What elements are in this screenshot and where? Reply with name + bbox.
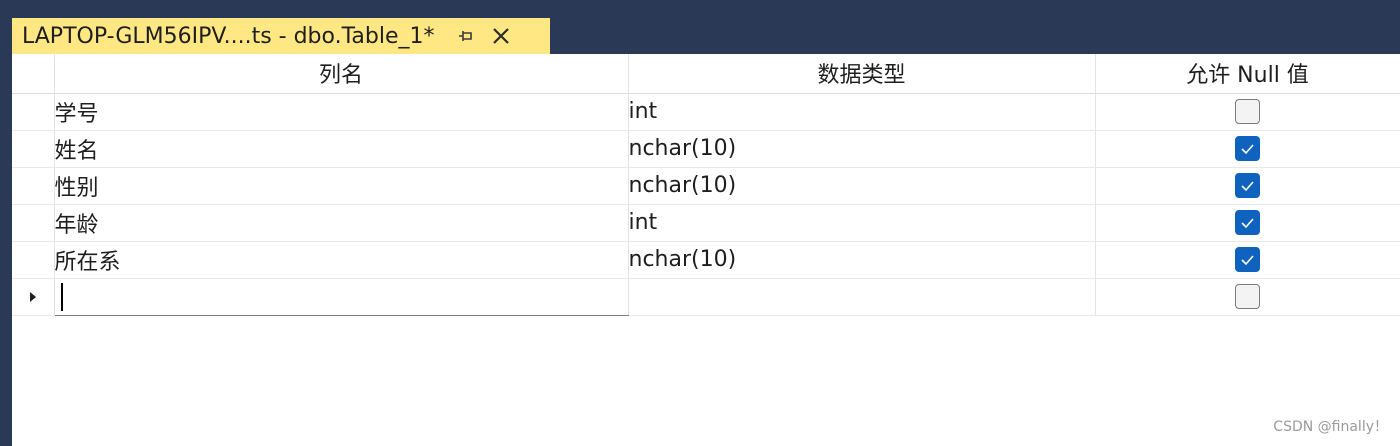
allow-null-cell bbox=[1095, 278, 1400, 316]
left-window-border bbox=[0, 54, 12, 446]
allow-null-checkbox[interactable] bbox=[1235, 99, 1260, 125]
column-name-cell[interactable]: 姓名 bbox=[54, 130, 629, 168]
allow-null-cell bbox=[1095, 130, 1400, 168]
row-selector[interactable] bbox=[12, 93, 55, 131]
checkmark-icon bbox=[1241, 181, 1254, 192]
document-tab[interactable]: LAPTOP-GLM56IPV....ts - dbo.Table_1* bbox=[12, 18, 550, 54]
column-header-datatype[interactable]: 数据类型 bbox=[628, 54, 1096, 94]
row-selector-current[interactable] bbox=[12, 278, 55, 316]
data-type-cell[interactable]: int bbox=[628, 204, 1096, 242]
row-selector[interactable] bbox=[12, 204, 55, 242]
data-type-cell[interactable]: nchar(10) bbox=[628, 167, 1096, 205]
table-row[interactable]: 姓名 nchar(10) bbox=[12, 130, 1400, 168]
allow-null-cell bbox=[1095, 93, 1400, 131]
table-row[interactable]: 学号 int bbox=[12, 93, 1400, 131]
watermark: CSDN @finally！ bbox=[1273, 419, 1388, 435]
data-type-cell[interactable]: int bbox=[628, 93, 1096, 131]
table-row[interactable]: 年龄 int bbox=[12, 204, 1400, 242]
new-data-type-cell[interactable] bbox=[628, 278, 1096, 316]
pin-icon[interactable] bbox=[456, 26, 476, 46]
column-name-cell[interactable]: 学号 bbox=[54, 93, 629, 131]
close-icon[interactable] bbox=[490, 25, 512, 47]
allow-null-cell bbox=[1095, 204, 1400, 242]
column-header-allow-null[interactable]: 允许 Null 值 bbox=[1095, 54, 1400, 94]
table-row[interactable]: 性别 nchar(10) bbox=[12, 167, 1400, 205]
row-selector[interactable] bbox=[12, 167, 55, 205]
current-row-arrow-icon bbox=[29, 291, 36, 302]
checkmark-icon bbox=[1241, 255, 1254, 266]
allow-null-checkbox[interactable] bbox=[1235, 284, 1260, 310]
table-row[interactable]: 所在系 nchar(10) bbox=[12, 241, 1400, 279]
header-row-selector bbox=[12, 54, 55, 94]
row-selector[interactable] bbox=[12, 130, 55, 168]
allow-null-checkbox[interactable] bbox=[1235, 210, 1260, 236]
data-type-cell[interactable]: nchar(10) bbox=[628, 241, 1096, 279]
column-name-cell[interactable]: 年龄 bbox=[54, 204, 629, 242]
checkmark-icon bbox=[1241, 218, 1254, 229]
tab-title: LAPTOP-GLM56IPV....ts - dbo.Table_1* bbox=[22, 23, 435, 49]
column-name-cell[interactable]: 所在系 bbox=[54, 241, 629, 279]
allow-null-cell bbox=[1095, 167, 1400, 205]
allow-null-checkbox[interactable] bbox=[1235, 173, 1260, 199]
allow-null-checkbox[interactable] bbox=[1235, 136, 1260, 162]
column-name-cell[interactable]: 性别 bbox=[54, 167, 629, 205]
header-row: 列名 数据类型 允许 Null 值 bbox=[12, 54, 1400, 94]
data-type-cell[interactable]: nchar(10) bbox=[628, 130, 1096, 168]
column-header-name[interactable]: 列名 bbox=[54, 54, 629, 94]
allow-null-checkbox[interactable] bbox=[1235, 247, 1260, 273]
checkmark-icon bbox=[1241, 144, 1254, 155]
new-column-name-input[interactable] bbox=[54, 278, 629, 316]
table-designer-grid: 列名 数据类型 允许 Null 值 学号 int 姓名 nchar(10) 性别… bbox=[12, 54, 1400, 446]
document-tab-bar: LAPTOP-GLM56IPV....ts - dbo.Table_1* bbox=[0, 0, 1400, 54]
allow-null-cell bbox=[1095, 241, 1400, 279]
text-caret bbox=[60, 282, 63, 311]
row-selector[interactable] bbox=[12, 241, 55, 279]
new-row[interactable] bbox=[12, 278, 1400, 316]
